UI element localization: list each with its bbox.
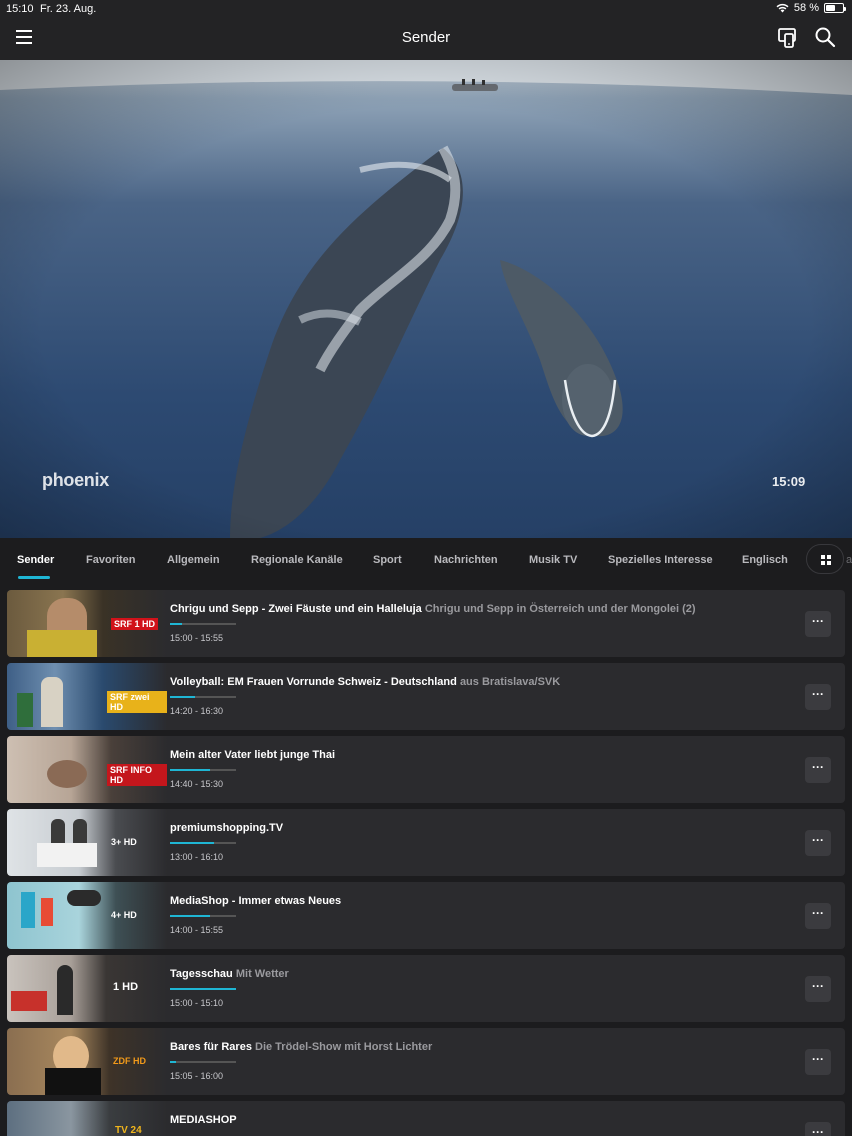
channel-logo: SRF 1 HD xyxy=(111,618,159,630)
program-title: MediaShop - Immer etwas Neues xyxy=(170,895,342,907)
progress-bar xyxy=(170,696,236,698)
status-right: 58 % xyxy=(776,2,846,14)
channel-logo: 4+ HD xyxy=(111,910,137,920)
category-tabs: Sender Favoriten Allgemein Regionale Kan… xyxy=(0,538,852,584)
search-icon[interactable] xyxy=(814,26,836,48)
status-bar: 15:10 Fr. 23. Aug. 58 % xyxy=(0,0,852,18)
battery-icon xyxy=(824,3,846,13)
channel-row[interactable]: TV 24 MEDIASHOP ··· xyxy=(7,1101,845,1136)
more-options-button[interactable]: ··· xyxy=(805,1122,831,1136)
tab-englisch[interactable]: Englisch xyxy=(742,554,788,566)
channel-row[interactable]: SRF 1 HD Chrigu und Sepp - Zwei Fäuste u… xyxy=(7,590,845,657)
active-tab-indicator xyxy=(18,576,50,579)
program-title: MEDIASHOP xyxy=(170,1114,237,1126)
program-thumbnail: ZDF HD xyxy=(7,1028,167,1095)
tab-regionale-kanaele[interactable]: Regionale Kanäle xyxy=(251,554,343,566)
video-player[interactable]: phoenix 15:09 xyxy=(0,60,852,538)
more-options-button[interactable]: ··· xyxy=(805,903,831,929)
channel-logo: 3+ HD xyxy=(111,837,137,847)
status-date: Fr. 23. Aug. xyxy=(40,3,97,15)
player-clock: 15:09 xyxy=(772,474,806,489)
cast-icon[interactable] xyxy=(776,26,800,50)
grid-icon xyxy=(821,555,825,559)
progress-bar xyxy=(170,915,236,917)
app-bar: Sender xyxy=(0,18,852,60)
channel-logo: SRF zwei HD xyxy=(107,691,167,713)
tab-nachrichten[interactable]: Nachrichten xyxy=(434,554,498,566)
channel-row[interactable]: 3+ HD premiumshopping.TV 13:00 - 16:10 ·… xyxy=(7,809,845,876)
page-title: Sender xyxy=(401,29,451,46)
program-thumbnail: TV 24 xyxy=(7,1101,167,1136)
channel-logo: 1 HD xyxy=(113,981,139,993)
program-time: 15:00 - 15:10 xyxy=(170,998,224,1008)
channel-row[interactable]: SRF INFO HD Mein alter Vater liebt junge… xyxy=(7,736,845,803)
tab-spezielles-interesse[interactable]: Spezielles Interesse xyxy=(608,554,713,566)
program-title: Mein alter Vater liebt junge Thai xyxy=(170,749,336,761)
progress-bar xyxy=(170,623,236,625)
more-options-button[interactable]: ··· xyxy=(805,684,831,710)
whale-video-frame xyxy=(0,60,852,538)
program-time: 15:05 - 16:00 xyxy=(170,1071,224,1081)
program-thumbnail: SRF zwei HD xyxy=(7,663,167,730)
program-thumbnail: SRF INFO HD xyxy=(7,736,167,803)
program-thumbnail: 1 HD xyxy=(7,955,167,1022)
progress-bar xyxy=(170,1061,236,1063)
progress-bar xyxy=(170,769,236,771)
program-title: Volleyball: EM Frauen Vorrunde Schweiz -… xyxy=(170,676,561,688)
channel-row[interactable]: ZDF HD Bares für Rares Die Trödel-Show m… xyxy=(7,1028,845,1095)
tab-allgemein[interactable]: Allgemein xyxy=(167,554,220,566)
more-options-button[interactable]: ··· xyxy=(805,830,831,856)
channel-row[interactable]: 4+ HD MediaShop - Immer etwas Neues 14:0… xyxy=(7,882,845,949)
status-time: 15:10 xyxy=(6,3,34,15)
program-thumbnail: 3+ HD xyxy=(7,809,167,876)
tab-favoriten[interactable]: Favoriten xyxy=(86,554,136,566)
tab-musik-tv[interactable]: Musik TV xyxy=(529,554,577,566)
channel-row[interactable]: 1 HD Tagesschau Mit Wetter 15:00 - 15:10… xyxy=(7,955,845,1022)
channel-logo: ZDF HD xyxy=(113,1056,146,1066)
tab-sport[interactable]: Sport xyxy=(373,554,402,566)
more-options-button[interactable]: ··· xyxy=(805,976,831,1002)
program-thumbnail: 4+ HD xyxy=(7,882,167,949)
tab-sender[interactable]: Sender xyxy=(17,554,54,566)
battery-percent: 58 % xyxy=(793,2,819,14)
progress-bar xyxy=(170,842,236,844)
program-time: 14:00 - 15:55 xyxy=(170,925,224,935)
more-options-button[interactable]: ··· xyxy=(805,611,831,637)
channel-logo: TV 24 xyxy=(115,1125,142,1136)
progress-bar xyxy=(170,988,236,990)
channel-logo: SRF INFO HD xyxy=(107,764,167,786)
program-title: Tagesschau Mit Wetter xyxy=(170,968,289,980)
channel-row[interactable]: SRF zwei HD Volleyball: EM Frauen Vorrun… xyxy=(7,663,845,730)
program-time: 15:00 - 15:55 xyxy=(170,633,224,643)
program-title: Chrigu und Sepp - Zwei Fäuste und ein Ha… xyxy=(170,603,696,615)
wifi-icon xyxy=(776,3,789,13)
program-time: 14:20 - 16:30 xyxy=(170,706,224,716)
program-title: Bares für Rares Die Trödel-Show mit Hors… xyxy=(170,1041,433,1053)
more-options-button[interactable]: ··· xyxy=(805,1049,831,1075)
program-time: 13:00 - 16:10 xyxy=(170,852,224,862)
grid-view-button[interactable] xyxy=(806,544,844,574)
tab-overflow: a xyxy=(846,554,852,566)
channel-watermark: phoenix xyxy=(42,470,109,490)
program-thumbnail: SRF 1 HD xyxy=(7,590,167,657)
program-time: 14:40 - 15:30 xyxy=(170,779,224,789)
program-title: premiumshopping.TV xyxy=(170,822,284,834)
more-options-button[interactable]: ··· xyxy=(805,757,831,783)
